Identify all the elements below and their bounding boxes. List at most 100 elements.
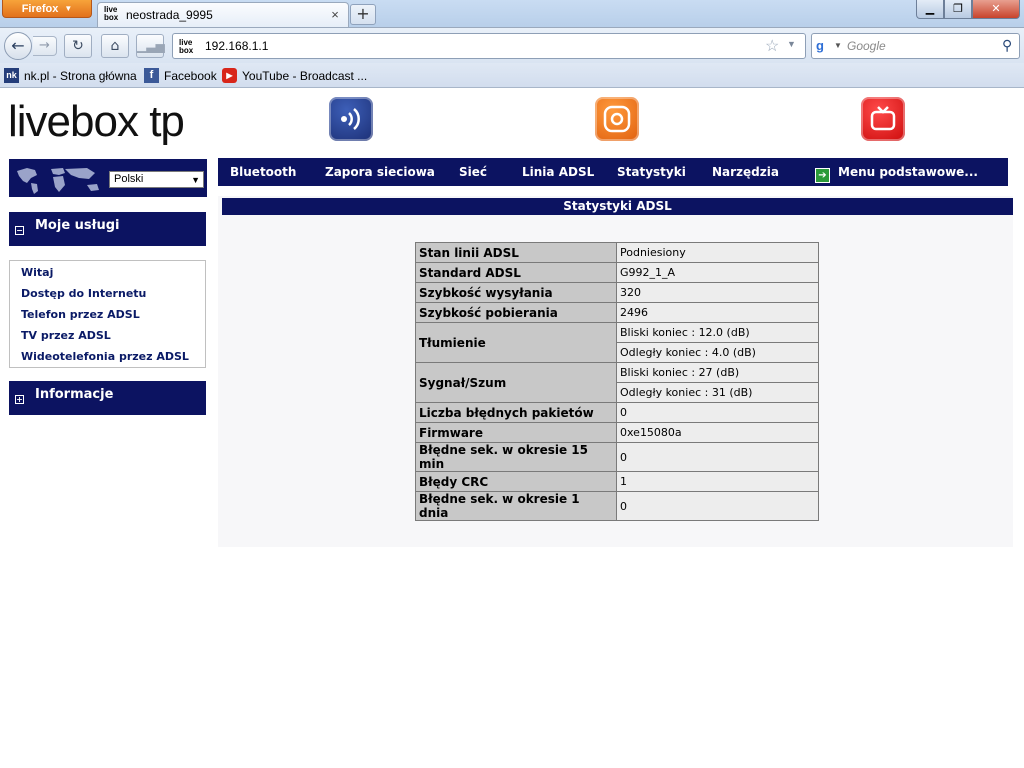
browser-tab[interactable]: live box neostrada_9995 × (97, 2, 349, 27)
reload-button[interactable]: ↻ (64, 34, 92, 58)
nav-network[interactable]: Sieć (459, 165, 487, 179)
stat-value: 0 (616, 402, 819, 423)
bluetooth-icon[interactable] (329, 97, 373, 141)
nav-firewall[interactable]: Zapora sieciowa (325, 165, 435, 179)
stat-label: Błędne sek. w okresie 15 min (415, 442, 617, 472)
my-services-header[interactable]: − Moje usługi (9, 212, 206, 246)
table-row: Sygnał/Szum Bliski koniec : 27 (dB) (415, 362, 819, 403)
nav-statistics[interactable]: Statystyki (617, 165, 686, 179)
facebook-icon: f (144, 68, 159, 83)
stat-value: Odległy koniec : 31 (dB) (616, 382, 819, 403)
table-row: Błędy CRC 1 (415, 471, 819, 492)
collapse-icon[interactable]: − (15, 226, 24, 235)
table-row: Stan linii ADSL Podniesiony (415, 242, 819, 263)
reload-icon: ↻ (72, 38, 84, 54)
bookmark-nk[interactable]: nk nk.pl - Strona główna (4, 67, 137, 84)
stat-value: Odległy koniec : 4.0 (dB) (616, 342, 819, 363)
home-icon: ⌂ (110, 38, 120, 54)
signal-bars-icon: ▁▃▅ (137, 39, 165, 53)
window-close-button[interactable]: ✕ (972, 0, 1020, 19)
nav-adsl-line[interactable]: Linia ADSL (522, 165, 594, 179)
search-bar[interactable]: g ▼ Google ⚲ (811, 33, 1020, 59)
arrow-right-icon[interactable]: ➔ (815, 168, 830, 183)
stat-value: Bliski koniec : 27 (dB) (616, 362, 819, 383)
my-services-title: Moje usługi (35, 218, 120, 233)
stat-label: Szybkość wysyłania (415, 282, 617, 303)
table-row: Standard ADSL G992_1_A (415, 262, 819, 283)
bookmark-facebook[interactable]: f Facebook (144, 67, 217, 84)
table-row: Liczba błędnych pakietów 0 (415, 402, 819, 423)
livebox-logo: livebox tp (8, 97, 185, 146)
information-header[interactable]: + Informacje (9, 381, 206, 415)
world-map-icon (17, 168, 99, 194)
search-engine-dropdown-icon[interactable]: ▼ (834, 41, 842, 50)
url-history-dropdown-icon[interactable]: ▼ (787, 39, 796, 49)
firefox-menu-button[interactable]: Firefox ▼ (2, 0, 92, 18)
sidebar-link-phone[interactable]: Telefon przez ADSL (21, 308, 140, 321)
nk-icon: nk (4, 68, 19, 83)
nav-bluetooth[interactable]: Bluetooth (230, 165, 296, 179)
google-icon[interactable]: g (816, 38, 832, 54)
url-bar[interactable]: live box 192.168.1.1 ☆ ▼ (172, 33, 806, 59)
stat-label: Szybkość pobierania (415, 302, 617, 323)
bookmarks-toolbar: nk nk.pl - Strona główna f Facebook ▶ Yo… (0, 63, 1024, 88)
stat-value: 0 (616, 491, 819, 521)
forward-button[interactable]: → (33, 36, 57, 56)
table-row: Błędne sek. w okresie 15 min 0 (415, 442, 819, 472)
my-services-list: Witaj Dostęp do Internetu Telefon przez … (9, 260, 206, 368)
expand-icon[interactable]: + (15, 395, 24, 404)
stat-label: Standard ADSL (415, 262, 617, 283)
bookmark-star-icon[interactable]: ☆ (765, 36, 779, 56)
sidebar-link-tv[interactable]: TV przez ADSL (21, 329, 111, 342)
language-select[interactable]: Polski ▼ (109, 171, 204, 188)
bookmark-label: YouTube - Broadcast ... (242, 68, 368, 83)
stat-label: Firmware (415, 422, 617, 443)
browser-toolbar: ← → ↻ ⌂ ▁▃▅ live box 192.168.1.1 ☆ ▼ g ▼ … (0, 27, 1024, 63)
stat-value: 1 (616, 471, 819, 492)
tv-icon[interactable] (861, 97, 905, 141)
window-maximize-button[interactable]: ❐ (944, 0, 972, 19)
bookmark-youtube[interactable]: ▶ YouTube - Broadcast ... (222, 67, 367, 84)
window-minimize-button[interactable]: ▁ (916, 0, 944, 19)
chevron-down-icon: ▼ (64, 4, 73, 13)
stat-value: 320 (616, 282, 819, 303)
adsl-stats-table: Stan linii ADSL Podniesiony Standard ADS… (415, 242, 819, 521)
plus-icon: + (356, 4, 370, 23)
sidebar-link-welcome[interactable]: Witaj (21, 266, 53, 279)
table-row: Szybkość pobierania 2496 (415, 302, 819, 323)
arrow-right-icon: → (39, 38, 50, 53)
tab-title: neostrada_9995 (126, 8, 213, 22)
chevron-down-icon: ▼ (191, 175, 200, 185)
livebox-favicon-icon: live box (104, 5, 119, 22)
stat-value: Bliski koniec : 12.0 (dB) (616, 322, 819, 343)
back-button[interactable]: ← (4, 32, 32, 60)
stat-label: Tłumienie (415, 322, 617, 363)
new-tab-button[interactable]: + (350, 4, 376, 25)
browser-titlebar: Firefox ▼ live box neostrada_9995 × + ▁ ❐… (0, 0, 1024, 27)
table-row: Tłumienie Bliski koniec : 12.0 (dB) (415, 322, 819, 363)
stat-label: Stan linii ADSL (415, 242, 617, 263)
stat-value: 0 (616, 442, 819, 472)
stat-value: 0xe15080a (616, 422, 819, 443)
sidebar-link-internet[interactable]: Dostęp do Internetu (21, 287, 146, 300)
bookmark-label: Facebook (164, 68, 217, 83)
nav-tools[interactable]: Narzędzia (712, 165, 779, 179)
stat-value: G992_1_A (616, 262, 819, 283)
stat-value: 2496 (616, 302, 819, 323)
search-input[interactable]: Google (847, 39, 886, 53)
stat-label: Sygnał/Szum (415, 362, 617, 403)
bookmark-label: nk.pl - Strona główna (24, 68, 137, 83)
stat-label: Błędy CRC (415, 471, 617, 492)
home-button[interactable]: ⌂ (101, 34, 129, 58)
nav-basic-menu[interactable]: Menu podstawowe... (838, 165, 978, 179)
search-icon[interactable]: ⚲ (1002, 37, 1012, 54)
panel-title: Statystyki ADSL (222, 198, 1013, 215)
main-navigation: Bluetooth Zapora sieciowa Sieć Linia ADS… (218, 158, 1008, 186)
arrow-left-icon: ← (11, 36, 25, 55)
livebox-site-icon: live box (179, 38, 194, 55)
email-icon[interactable] (595, 97, 639, 141)
close-icon[interactable]: × (328, 8, 342, 22)
url-text[interactable]: 192.168.1.1 (205, 39, 268, 53)
signal-bars-button[interactable]: ▁▃▅ (136, 34, 165, 58)
sidebar-link-videophone[interactable]: Wideotelefonia przez ADSL (21, 350, 189, 363)
